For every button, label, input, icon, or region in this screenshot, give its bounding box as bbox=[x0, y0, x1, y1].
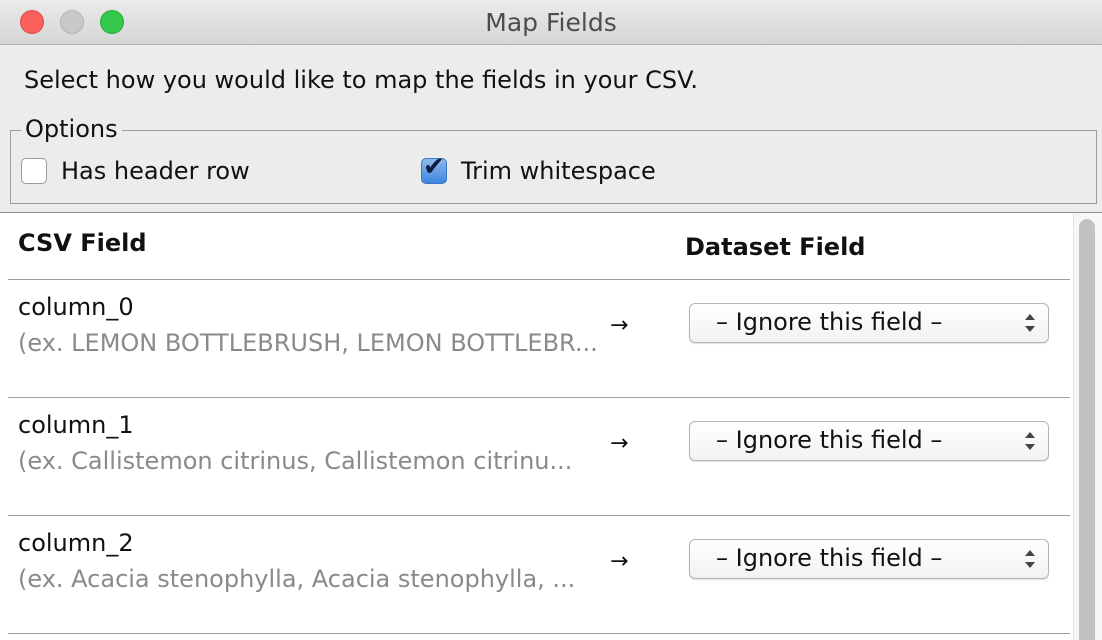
trim-whitespace-label[interactable]: Trim whitespace bbox=[461, 157, 656, 185]
has-header-row-checkbox[interactable] bbox=[21, 158, 47, 184]
scrollbar-thumb[interactable] bbox=[1079, 219, 1095, 640]
csv-field-header: CSV Field bbox=[18, 229, 147, 257]
arrow-icon: → bbox=[610, 313, 629, 338]
csv-field-name: column_1 bbox=[18, 411, 134, 439]
row-divider bbox=[8, 279, 1070, 280]
has-header-row-option[interactable]: Has header row bbox=[21, 157, 250, 185]
dataset-field-select-value: – Ignore this field – bbox=[716, 544, 943, 572]
trim-whitespace-option[interactable]: ✔ Trim whitespace bbox=[421, 152, 656, 185]
map-fields-window: Map Fields Select how you would like to … bbox=[0, 0, 1102, 640]
csv-field-example: (ex. Acacia stenophylla, Acacia stenophy… bbox=[18, 565, 576, 593]
arrow-icon: → bbox=[610, 431, 629, 456]
csv-field-name: column_0 bbox=[18, 293, 134, 321]
dataset-field-select-value: – Ignore this field – bbox=[716, 426, 943, 454]
row-divider bbox=[8, 633, 1070, 634]
options-legend: Options bbox=[21, 115, 122, 143]
dataset-field-select[interactable]: – Ignore this field – bbox=[689, 303, 1049, 343]
chevron-up-down-icon bbox=[1024, 428, 1036, 454]
dataset-field-select-value: – Ignore this field – bbox=[716, 308, 943, 336]
options-group: Options Has header row ✔ Trim whitespace bbox=[10, 115, 1097, 204]
chevron-up-down-icon bbox=[1024, 310, 1036, 336]
has-header-row-label[interactable]: Has header row bbox=[61, 157, 250, 185]
checkmark-icon: ✔ bbox=[423, 152, 445, 182]
window-title: Map Fields bbox=[485, 8, 617, 37]
instructions-text: Select how you would like to map the fie… bbox=[24, 66, 699, 94]
row-divider bbox=[8, 515, 1070, 516]
csv-field-name: column_2 bbox=[18, 529, 134, 557]
arrow-icon: → bbox=[610, 549, 629, 574]
row-divider bbox=[8, 397, 1070, 398]
trim-whitespace-checkbox[interactable]: ✔ bbox=[421, 152, 447, 184]
csv-field-example: (ex. Callistemon citrinus, Callistemon c… bbox=[18, 447, 573, 475]
dataset-field-select[interactable]: – Ignore this field – bbox=[689, 539, 1049, 579]
dataset-field-select[interactable]: – Ignore this field – bbox=[689, 421, 1049, 461]
vertical-scrollbar[interactable] bbox=[1073, 213, 1102, 640]
dataset-field-header: Dataset Field bbox=[685, 233, 866, 261]
title-bar[interactable]: Map Fields bbox=[0, 0, 1102, 45]
csv-field-example: (ex. LEMON BOTTLEBRUSH, LEMON BOTTLEBR..… bbox=[18, 329, 598, 357]
chevron-up-down-icon bbox=[1024, 546, 1036, 572]
field-mapping-table: CSV Field Dataset Field column_0 (ex. LE… bbox=[0, 212, 1102, 640]
